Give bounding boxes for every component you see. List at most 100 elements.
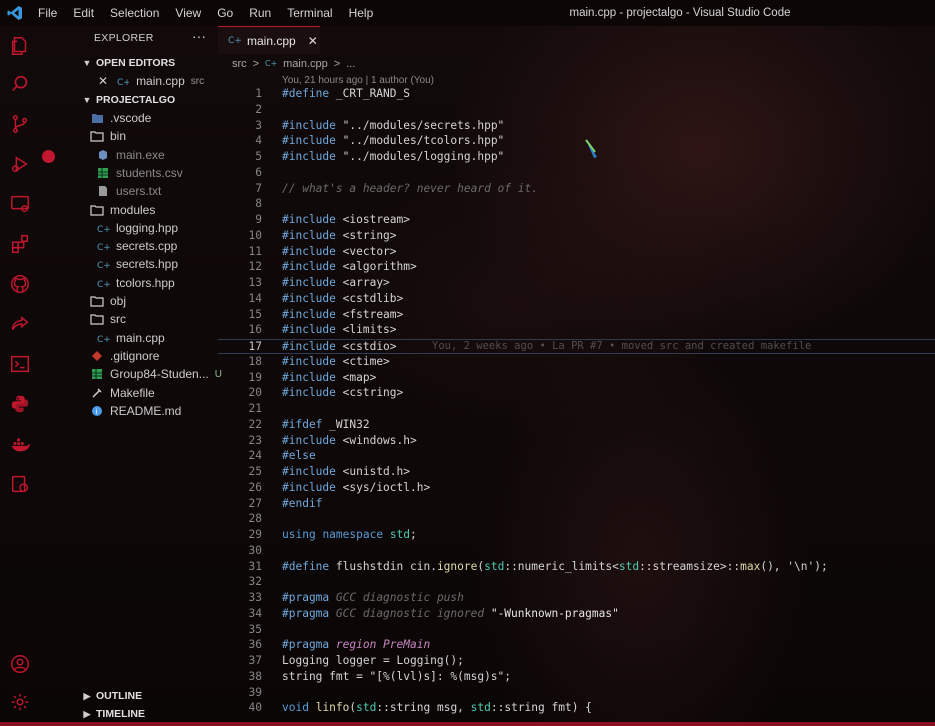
code-line[interactable]: 9 #include <iostream> bbox=[218, 213, 935, 228]
source-control-icon[interactable] bbox=[8, 112, 32, 136]
code-line[interactable]: 13 #include <array> bbox=[218, 276, 935, 291]
file-item[interactable]: C+ main.cpp bbox=[96, 329, 165, 347]
file-item[interactable]: C+ tcolors.hpp bbox=[96, 274, 175, 292]
file-item[interactable]: Makefile bbox=[90, 384, 155, 402]
code-line[interactable]: 21 bbox=[218, 402, 935, 417]
account-icon[interactable] bbox=[8, 652, 32, 676]
code-line[interactable]: 11 #include <vector> bbox=[218, 245, 935, 260]
code-text: #pragma region PreMain bbox=[282, 638, 431, 652]
file-item[interactable]: C+ secrets.hpp bbox=[96, 255, 179, 273]
code-line[interactable]: 10 #include <string> bbox=[218, 229, 935, 244]
code-line[interactable]: 23 #include <windows.h> bbox=[218, 434, 935, 449]
code-line[interactable]: 5 #include "../modules/logging.hpp" bbox=[218, 150, 935, 165]
terminal-icon[interactable] bbox=[8, 352, 32, 376]
code-line[interactable]: 6 bbox=[218, 166, 935, 181]
code-line[interactable]: 36 #pragma region PreMain bbox=[218, 638, 935, 653]
code-line[interactable]: 32 bbox=[218, 575, 935, 590]
code-line[interactable]: 18 #include <ctime> bbox=[218, 355, 935, 370]
open-editors-section[interactable]: ▼ OPEN EDITORS bbox=[82, 54, 176, 72]
folder-item[interactable]: bin bbox=[90, 127, 126, 145]
live-share-icon[interactable] bbox=[8, 312, 32, 336]
more-actions-button[interactable]: ··· bbox=[192, 28, 206, 44]
code-line[interactable]: 4 #include "../modules/tcolors.hpp" bbox=[218, 134, 935, 149]
timeline-section[interactable]: ▶ TIMELINE bbox=[82, 705, 145, 723]
tab-close-icon[interactable]: ✕ bbox=[308, 34, 318, 48]
line-number: 4 bbox=[255, 134, 262, 148]
code-line[interactable]: 29 using namespace std; bbox=[218, 528, 935, 543]
breadcrumb-separator: > bbox=[252, 57, 260, 70]
file-item[interactable]: main.exe bbox=[96, 146, 165, 164]
menu-item-help[interactable]: Help bbox=[341, 0, 382, 26]
menu-item-terminal[interactable]: Terminal bbox=[279, 0, 340, 26]
menu-item-run[interactable]: Run bbox=[241, 0, 279, 26]
code-line[interactable]: 38 string fmt = "[%(lvl)s]: %(msg)s"; bbox=[218, 670, 935, 685]
outline-section[interactable]: ▶ OUTLINE bbox=[82, 687, 143, 705]
breadcrumb-folder[interactable]: src bbox=[232, 58, 247, 70]
code-line[interactable]: 26 #include <sys/ioctl.h> bbox=[218, 481, 935, 496]
python-icon[interactable] bbox=[8, 392, 32, 416]
code-line[interactable]: 30 bbox=[218, 544, 935, 559]
run-debug-icon[interactable] bbox=[8, 152, 32, 176]
menu-item-selection[interactable]: Selection bbox=[102, 0, 167, 26]
tab-main-cpp[interactable]: C+ main.cpp ✕ bbox=[218, 26, 320, 54]
extensions-icon[interactable] bbox=[8, 232, 32, 256]
database-icon[interactable] bbox=[8, 472, 32, 496]
breadcrumb-symbol[interactable]: ... bbox=[346, 58, 355, 70]
code-line[interactable]: 15 #include <fstream> bbox=[218, 308, 935, 323]
code-line[interactable]: 20 #include <cstring> bbox=[218, 386, 935, 401]
menu-item-file[interactable]: File bbox=[30, 0, 65, 26]
file-item[interactable]: i README.md bbox=[90, 402, 181, 420]
code-line[interactable]: 31 #define flushstdin cin.ignore(std::num… bbox=[218, 560, 935, 575]
code-line[interactable]: 2 bbox=[218, 103, 935, 118]
file-item[interactable]: C+ logging.hpp bbox=[96, 219, 179, 237]
remote-explorer-icon[interactable] bbox=[8, 192, 32, 216]
search-icon[interactable] bbox=[8, 72, 32, 96]
breadcrumb-file[interactable]: main.cpp bbox=[283, 58, 328, 70]
docker-icon[interactable] bbox=[8, 432, 32, 456]
code-line[interactable]: 28 bbox=[218, 512, 935, 527]
code-editor[interactable]: 1 #define _CRT_RAND_S 2 3 #include "../modul… bbox=[218, 87, 935, 726]
folder-item[interactable]: obj bbox=[90, 292, 126, 310]
settings-gear-icon[interactable] bbox=[8, 690, 32, 714]
file-item[interactable]: C+ secrets.cpp bbox=[96, 237, 178, 255]
open-editor-item[interactable]: ✕ C+ main.cpp src bbox=[98, 72, 204, 90]
close-icon[interactable]: ✕ bbox=[98, 74, 108, 88]
file-item[interactable]: users.txt bbox=[96, 182, 161, 200]
folder-icon bbox=[90, 129, 104, 143]
codelens-git-info[interactable]: You, 21 hours ago | 1 author (You) bbox=[282, 75, 434, 86]
code-line[interactable]: 19 #include <map> bbox=[218, 371, 935, 386]
project-section[interactable]: ▼ PROJECTALGO bbox=[82, 91, 176, 109]
explorer-icon[interactable] bbox=[8, 34, 32, 58]
code-line[interactable]: 40 void linfo(std::string msg, std::strin… bbox=[218, 701, 935, 716]
code-line[interactable]: 16 #include <limits> bbox=[218, 323, 935, 338]
code-line[interactable]: 7 // what's a header? never heard of it. bbox=[218, 182, 935, 197]
folder-item[interactable]: .vscode bbox=[90, 109, 151, 127]
file-item[interactable]: .gitignore bbox=[90, 347, 159, 365]
folder-item[interactable]: modules bbox=[90, 201, 155, 219]
code-line[interactable]: 25 #include <unistd.h> bbox=[218, 465, 935, 480]
code-line[interactable]: 37 Logging logger = Logging(); bbox=[218, 654, 935, 669]
tree-item-label: students.csv bbox=[116, 165, 183, 180]
menu-item-go[interactable]: Go bbox=[209, 0, 241, 26]
horizontal-scrollbar[interactable] bbox=[0, 722, 935, 726]
github-icon[interactable] bbox=[8, 272, 32, 296]
menu-item-view[interactable]: View bbox=[167, 0, 209, 26]
folder-item[interactable]: src bbox=[90, 310, 126, 328]
code-line[interactable]: 17 #include <cstdio> You, 2 weeks ago • La… bbox=[218, 339, 935, 354]
file-item[interactable]: students.csv bbox=[96, 164, 183, 182]
code-line[interactable]: 39 bbox=[218, 686, 935, 701]
code-line[interactable]: 1 #define _CRT_RAND_S bbox=[218, 87, 935, 102]
code-line[interactable]: 8 bbox=[218, 197, 935, 212]
code-line[interactable]: 24 #else bbox=[218, 449, 935, 464]
code-line[interactable]: 12 #include <algorithm> bbox=[218, 260, 935, 275]
code-line[interactable]: 14 #include <cstdlib> bbox=[218, 292, 935, 307]
code-line[interactable]: 34 #pragma GCC diagnostic ignored "-Wunkn… bbox=[218, 607, 935, 622]
menu-item-edit[interactable]: Edit bbox=[65, 0, 102, 26]
line-number: 19 bbox=[248, 370, 262, 384]
file-item[interactable]: Group84-Studen... U bbox=[90, 365, 222, 383]
code-line[interactable]: 3 #include "../modules/secrets.hpp" bbox=[218, 119, 935, 134]
code-line[interactable]: 22 #ifdef _WIN32 bbox=[218, 418, 935, 433]
code-line[interactable]: 33 #pragma GCC diagnostic push bbox=[218, 591, 935, 606]
code-line[interactable]: 27 #endif bbox=[218, 497, 935, 512]
code-line[interactable]: 35 bbox=[218, 623, 935, 638]
